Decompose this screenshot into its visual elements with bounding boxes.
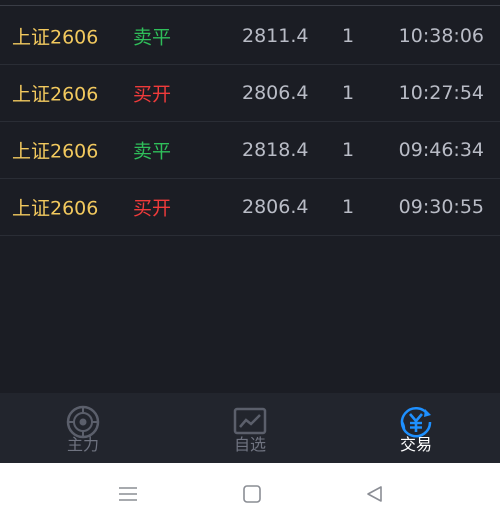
trade-action: 买开 xyxy=(133,83,172,106)
tab-label: 主力 xyxy=(66,435,99,454)
trade-action: 卖平 xyxy=(133,140,172,163)
trade-action: 卖平 xyxy=(133,26,172,49)
trade-price: 2811.4 xyxy=(242,25,309,47)
trade-price: 2806.4 xyxy=(242,82,309,104)
tab-watchlist[interactable]: 自选 xyxy=(190,393,310,463)
contract-name: 上证2606 xyxy=(12,197,99,220)
trade-quantity: 1 xyxy=(342,196,355,218)
trade-row[interactable]: 上证2606 卖平 2818.4 1 09:46:34 xyxy=(0,122,500,179)
trade-price: 2818.4 xyxy=(242,139,309,161)
trade-price: 2806.4 xyxy=(242,196,309,218)
tab-trade[interactable]: 交易 xyxy=(356,393,476,463)
contract-name: 上证2606 xyxy=(12,83,99,106)
trade-action: 买开 xyxy=(133,197,172,220)
trade-row[interactable]: 上证2606 卖平 2811.4 1 10:38:06 xyxy=(0,8,500,65)
menu-icon[interactable] xyxy=(117,484,139,504)
tab-label: 自选 xyxy=(233,435,266,454)
trade-time: 10:38:06 xyxy=(398,25,484,47)
trade-quantity: 1 xyxy=(342,25,355,47)
trade-quantity: 1 xyxy=(342,139,355,161)
top-divider xyxy=(0,0,500,6)
trade-list: 上证2606 卖平 2811.4 1 10:38:06 上证2606 买开 28… xyxy=(0,8,500,236)
tab-main-force[interactable]: 主力 xyxy=(23,393,143,463)
trade-row[interactable]: 上证2606 买开 2806.4 1 10:27:54 xyxy=(0,65,500,122)
system-navigation-bar xyxy=(0,463,500,525)
trade-time: 10:27:54 xyxy=(398,82,484,104)
contract-name: 上证2606 xyxy=(12,26,99,49)
home-icon[interactable] xyxy=(241,484,263,504)
trade-row[interactable]: 上证2606 买开 2806.4 1 09:30:55 xyxy=(0,179,500,236)
bottom-tab-bar: 主力 自选 交易 xyxy=(0,393,500,463)
tab-label: 交易 xyxy=(399,435,432,454)
contract-name: 上证2606 xyxy=(12,140,99,163)
trade-quantity: 1 xyxy=(342,82,355,104)
back-icon[interactable] xyxy=(364,484,386,504)
trade-time: 09:30:55 xyxy=(398,196,484,218)
trade-time: 09:46:34 xyxy=(398,139,484,161)
